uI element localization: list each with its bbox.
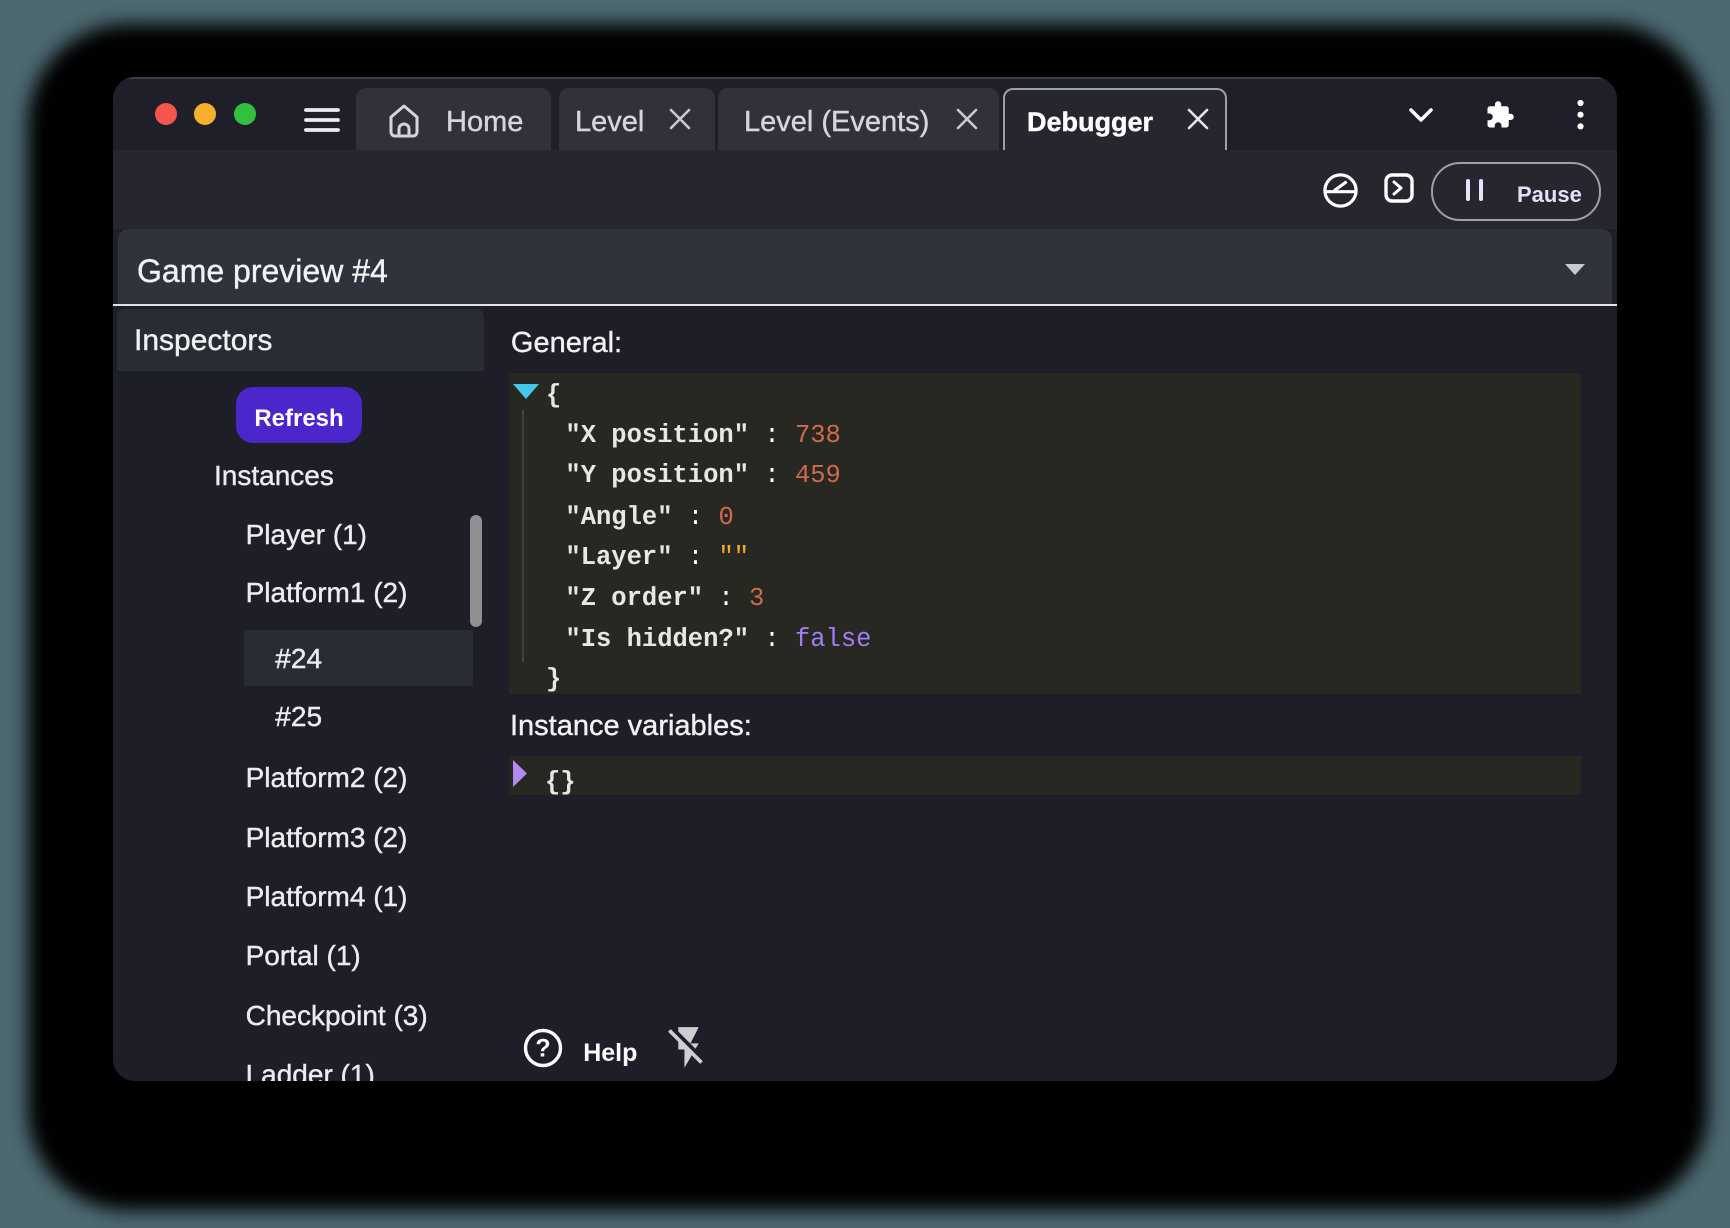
svg-text:?: ? bbox=[535, 1035, 550, 1063]
